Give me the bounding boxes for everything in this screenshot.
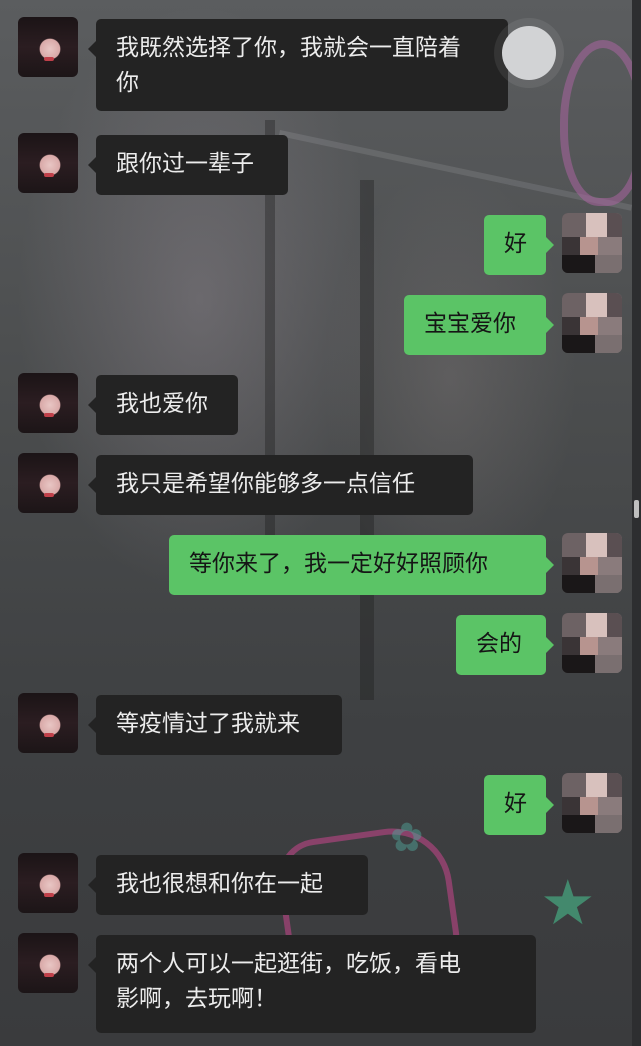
outgoing-message-bubble[interactable]: 好 [484, 215, 554, 275]
her-avatar-icon[interactable] [18, 17, 78, 77]
scrollbar-track[interactable] [632, 0, 641, 1046]
my-avatar-icon[interactable] [562, 213, 622, 273]
incoming-message-bubble[interactable]: 我也很想和你在一起 [88, 855, 368, 915]
outgoing-message-bubble[interactable]: 等你来了，我一定好好照顾你 [169, 535, 554, 595]
wallpaper-pole [360, 180, 374, 700]
outgoing-message-bubble[interactable]: 好 [484, 775, 554, 835]
wallpaper-flower-decoration [560, 40, 641, 206]
my-avatar-icon[interactable] [562, 293, 622, 353]
my-avatar-icon[interactable] [562, 773, 622, 833]
her-avatar-icon[interactable] [18, 933, 78, 993]
her-avatar-icon[interactable] [18, 693, 78, 753]
incoming-message-bubble[interactable]: 我只是希望你能够多一点信任 [88, 455, 473, 515]
incoming-message-bubble[interactable]: 两个人可以一起逛街，吃饭，看电 影啊，去玩啊！ [88, 935, 536, 1033]
outgoing-message-bubble[interactable]: 会的 [456, 615, 554, 675]
scrollbar-handle[interactable] [634, 500, 639, 518]
my-avatar-icon[interactable] [562, 613, 622, 673]
floating-assistive-button[interactable] [502, 26, 556, 80]
my-avatar-icon[interactable] [562, 533, 622, 593]
incoming-message-bubble[interactable]: 我既然选择了你，我就会一直陪着 你 [88, 19, 508, 111]
incoming-message-bubble[interactable]: 等疫情过了我就来 [88, 695, 342, 755]
wallpaper-pattern-decoration: ✿ [390, 815, 424, 861]
her-avatar-icon[interactable] [18, 453, 78, 513]
outgoing-message-bubble[interactable]: 宝宝爱你 [404, 295, 554, 355]
star-icon: ★ [540, 866, 596, 939]
incoming-message-bubble[interactable]: 我也爱你 [88, 375, 238, 435]
her-avatar-icon[interactable] [18, 133, 78, 193]
incoming-message-bubble[interactable]: 跟你过一辈子 [88, 135, 288, 195]
her-avatar-icon[interactable] [18, 853, 78, 913]
her-avatar-icon[interactable] [18, 373, 78, 433]
